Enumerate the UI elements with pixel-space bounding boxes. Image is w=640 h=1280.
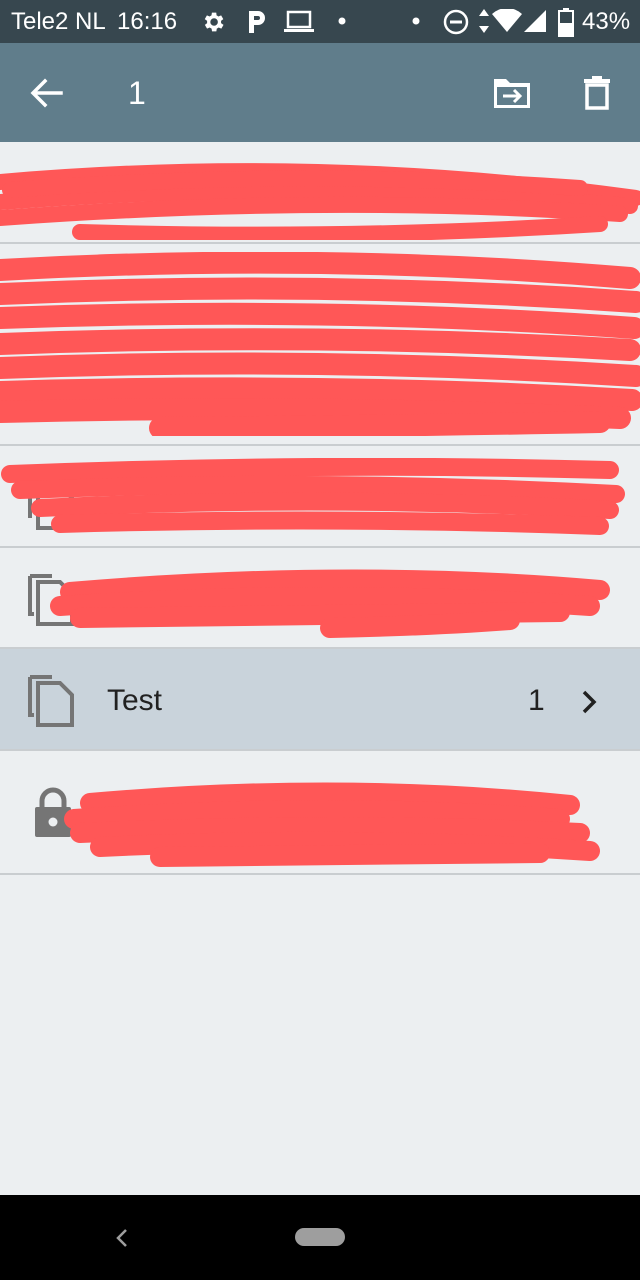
item-count: 1 bbox=[528, 684, 545, 717]
clock: 16:16 bbox=[117, 8, 178, 35]
redaction-scribble bbox=[64, 782, 600, 867]
arrow-left-icon[interactable] bbox=[28, 76, 64, 110]
gear-icon bbox=[204, 12, 224, 32]
dot-icon bbox=[338, 17, 346, 25]
list-item[interactable] bbox=[0, 142, 640, 244]
redaction-scribble bbox=[1, 458, 625, 535]
carrier-label: Tele2 NL bbox=[11, 8, 106, 35]
battery-percent: 43% bbox=[582, 8, 631, 35]
signal-icon bbox=[524, 10, 546, 32]
list-item[interactable] bbox=[0, 446, 640, 548]
laptop-icon bbox=[284, 10, 314, 32]
redaction-scribble bbox=[0, 163, 640, 240]
parking-icon bbox=[249, 11, 265, 33]
list-item[interactable] bbox=[0, 244, 640, 446]
status-bar: Tele2 NL 16:16 43% bbox=[0, 0, 640, 43]
selection-count: 1 bbox=[128, 75, 146, 111]
wifi-icon bbox=[492, 9, 522, 32]
copy-document-icon bbox=[28, 675, 74, 727]
list-item-title: Test bbox=[107, 684, 163, 717]
navigation-bar bbox=[0, 1195, 640, 1280]
folder-move-icon[interactable] bbox=[492, 76, 532, 110]
list-item[interactable] bbox=[0, 548, 640, 649]
redaction-scribble bbox=[50, 569, 610, 638]
data-arrows-icon bbox=[479, 9, 489, 33]
chevron-left-icon[interactable] bbox=[114, 1227, 130, 1249]
home-pill-icon[interactable] bbox=[295, 1228, 345, 1246]
chevron-right-icon bbox=[582, 690, 597, 714]
redaction-scribble bbox=[0, 252, 640, 436]
list-item[interactable] bbox=[0, 751, 640, 875]
app-bar: 1 bbox=[0, 43, 640, 142]
dot-icon bbox=[412, 17, 420, 25]
battery-icon bbox=[558, 8, 574, 37]
trash-icon[interactable] bbox=[582, 74, 612, 110]
do-not-disturb-icon bbox=[443, 9, 469, 35]
list-item-test[interactable]: Test 1 bbox=[0, 649, 640, 751]
